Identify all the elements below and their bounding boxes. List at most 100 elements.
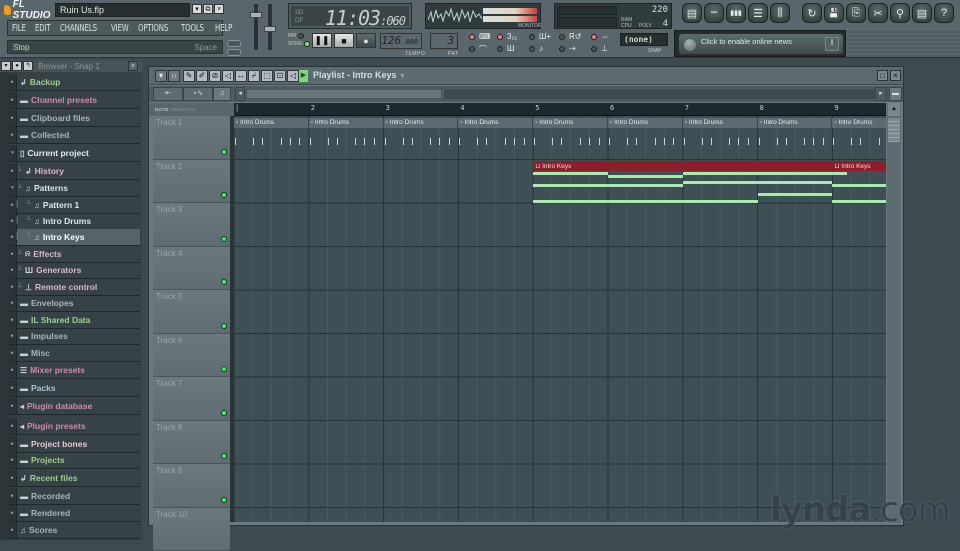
expand-icon[interactable]: ▸ [9,418,17,434]
row-size-icon[interactable]: ▬ [889,87,902,101]
hint-link-button[interactable] [227,49,241,56]
browser-item[interactable]: ▸▬Impulses [9,328,140,345]
collapse-icon[interactable]: ▾ [9,180,17,196]
track-header[interactable]: Track 2 [153,160,230,204]
browser-item[interactable]: ▸ ⎸ └♫Pattern 1 [9,197,140,214]
pattern-clip-intro-keys[interactable]: ⊔ Intro Keys [832,161,886,171]
browser-item[interactable]: ▸☰Mixer presets [9,362,140,379]
timeline-ruler[interactable]: |23456789 [234,103,886,116]
blend-led[interactable] [529,46,535,52]
menu-options[interactable]: OPTIONS [138,23,168,34]
browser-item[interactable]: ▸▬Collected [9,127,140,144]
expand-icon[interactable]: ▸ [9,505,17,521]
browser-item[interactable]: ▸♫Scores [9,522,140,539]
restore-button[interactable]: ⧉ [203,4,213,14]
track-mute-led[interactable] [221,410,227,416]
browser-item[interactable]: ▸▬Clipboard files [9,110,140,127]
expand-icon[interactable]: ▸ [9,380,17,396]
expand-icon[interactable]: ▸ [9,262,17,278]
pause-button[interactable]: ❚❚ [312,33,332,48]
maximize-button[interactable]: □ [877,70,888,81]
track-mute-led[interactable] [221,279,227,285]
download-icon[interactable]: ⬇ [825,37,839,51]
scroll-right-icon[interactable]: ▸ [875,87,887,101]
magnet-icon[interactable]: ∩ [168,70,180,82]
collapse-icon[interactable]: ▾ [9,145,17,161]
playlist-icon[interactable]: ▤ [682,3,702,23]
song-position-display[interactable]: SDOF 11:03:060 [288,3,412,29]
slip-icon[interactable]: ↔ [235,70,247,82]
typing-keyboard-led[interactable] [469,34,475,40]
pattern-clip-intro-drums[interactable]: ▫ Intro Drums [832,118,886,128]
scroll-left-icon[interactable]: ◂ [235,87,245,101]
multilink-led[interactable] [591,34,597,40]
pattern-clip-intro-drums[interactable]: ▫ Intro Drums [458,118,533,128]
track-header[interactable]: Track 3 [153,203,230,247]
track-header[interactable]: Track 10 [153,508,230,551]
browser-item[interactable]: ▸▬Projects [9,452,140,469]
browser-item[interactable]: ▸ ⎸ └♫Intro Keys [9,229,140,246]
expand-icon[interactable]: ▸ [9,362,17,378]
export-icon[interactable]: ⎘ [846,3,866,23]
track-mute-led[interactable] [221,366,227,372]
expand-icon[interactable]: ▸ [9,163,17,179]
expand-icon[interactable]: ▸ [9,279,17,295]
slider-knob[interactable] [264,26,276,32]
browser-item[interactable]: ▸↲Backup [9,74,140,91]
expand-icon[interactable]: ▸ [9,488,17,504]
browser-item[interactable]: ▸▬Misc [9,345,140,362]
slider-knob[interactable] [250,12,262,18]
browser-item[interactable]: ▸▬Channel presets [9,92,140,109]
expand-icon[interactable]: ▸ [9,470,17,486]
record-button[interactable]: ● [356,33,376,48]
track-mute-led[interactable] [221,149,227,155]
pattern-clip-intro-keys[interactable]: ⊔ Intro Keys [533,161,832,171]
delete-icon[interactable]: ⊘ [209,70,221,82]
pat-mode-led[interactable] [298,33,304,39]
track-header[interactable]: Track 5 [153,290,230,334]
browser-item[interactable]: ▾▯Current project [9,145,140,162]
expand-icon[interactable]: ▸ [9,74,17,90]
zoom-handle[interactable]: ∘∿ [183,87,213,101]
pattern-clip-intro-drums[interactable]: ▫ Intro Drums [234,118,309,128]
track-header[interactable]: Track 1 [153,116,230,160]
expand-icon[interactable]: ▸ [9,328,17,344]
mixer-icon[interactable]: ⫼ [770,3,790,23]
track-mute-led[interactable] [221,192,227,198]
multilink-controller-led[interactable] [591,46,597,52]
track-header[interactable]: Track 4 [153,247,230,291]
track-mute-led[interactable] [221,323,227,329]
browser-close-button[interactable]: × [128,61,138,71]
browser-item[interactable]: ▾ └♫Patterns [9,180,140,197]
song-mode-led[interactable] [304,41,310,47]
pattern-clip-intro-drums[interactable]: ▫ Intro Drums [533,118,608,128]
snap-select[interactable]: (none) [620,33,668,46]
online-news-button[interactable]: Click to enable online news ⬇ [679,34,843,54]
pat-song-switch[interactable]: PAT SONG [288,32,310,48]
expand-icon[interactable]: ▸ [9,213,17,229]
vertical-scrollbar[interactable]: ▲ [887,103,901,523]
zoom-tool-icon[interactable]: ⊡ [274,70,286,82]
track-header[interactable]: Track 9 [153,464,230,508]
browser-item[interactable]: ▸ └⍾Effects [9,246,140,263]
browser-item[interactable]: ▸▬Project bones [9,436,140,453]
browser-item[interactable]: ▸ └ШGenerators [9,262,140,279]
track-mute-led[interactable] [221,453,227,459]
minimize-button[interactable]: ▾ [192,4,202,14]
browser-back-button[interactable]: ↰ [23,61,33,71]
menu-view[interactable]: VIEW [111,23,129,34]
pattern-mode-icon[interactable]: ♫ [213,87,231,101]
loop-record-led[interactable] [559,34,565,40]
countdown-led[interactable] [497,34,503,40]
track-mute-led[interactable] [221,497,227,503]
browser-item[interactable]: ▸▬Recorded [9,488,140,505]
playlist-grid[interactable]: ▫ Intro Drums▫ Intro Drums▫ Intro Drums▫… [234,116,886,522]
expand-icon[interactable]: ▸ [9,295,17,311]
back-button[interactable]: ⇤ [153,87,183,101]
cut-icon[interactable]: ✂ [868,3,888,23]
playlist-menu-icon[interactable]: ▾ [155,70,167,82]
expand-icon[interactable]: ▸ [9,110,17,126]
expand-icon[interactable]: ▸ [9,229,17,245]
master-pitch-slider[interactable] [268,4,272,50]
stop-button[interactable]: ■ [334,33,354,48]
